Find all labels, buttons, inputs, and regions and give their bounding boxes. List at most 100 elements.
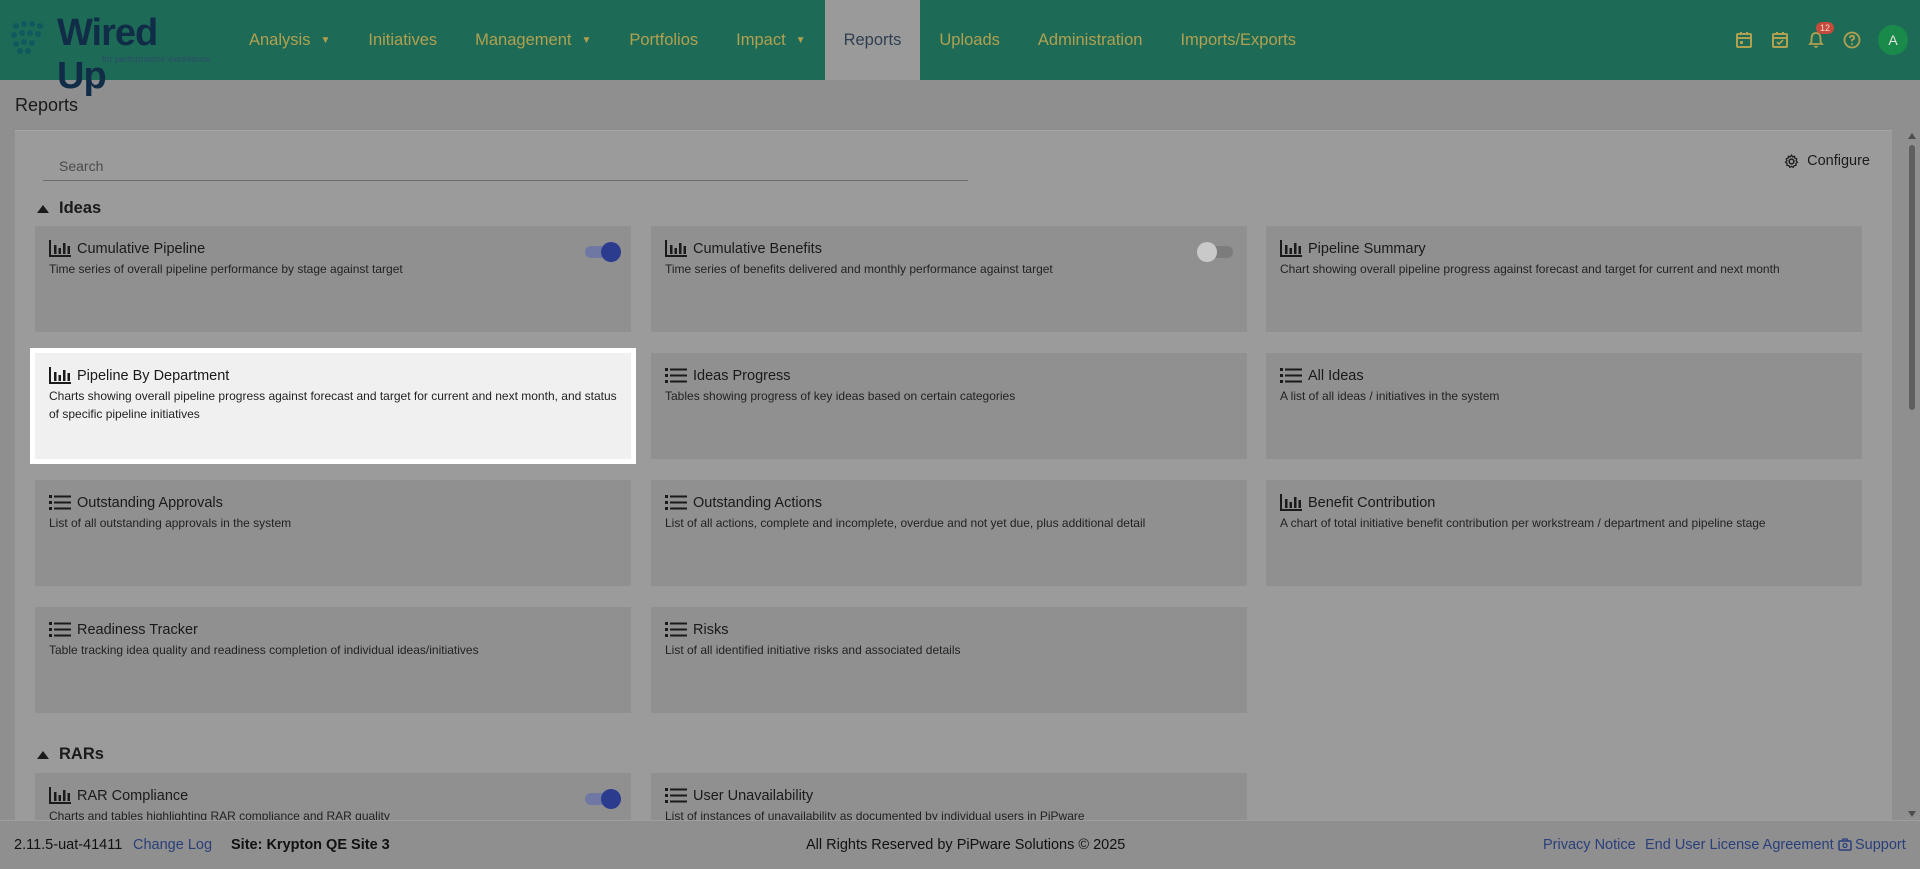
report-card-risks[interactable]: Risks List of all identified initiative … [651,607,1247,713]
report-card-outstanding-actions[interactable]: Outstanding Actions List of all actions,… [651,480,1247,586]
nav-imports-exports[interactable]: Imports/Exports [1161,0,1315,80]
nav-uploads[interactable]: Uploads [920,0,1019,80]
eula-link[interactable]: End User License Agreement [1645,837,1834,853]
collapse-triangle-icon [37,750,49,759]
card-title: Outstanding Actions [693,494,822,511]
list-icon [665,622,687,637]
support-label: Support [1855,837,1906,853]
logo-tagline: for performance excellence [102,54,211,64]
copyright-text: All Rights Reserved by PiPware Solutions… [806,837,1126,853]
card-description: List of instances of unavailability as d… [665,809,1085,820]
nav-reports[interactable]: Reports [824,0,921,80]
nav-label: Administration [1037,30,1143,49]
list-icon [49,495,71,510]
bar-chart-icon [49,787,71,804]
site-label: Site: Krypton QE Site 3 [231,837,390,853]
nav-label: Imports/Exports [1180,30,1296,49]
toggle-switch-off[interactable] [1197,242,1235,262]
list-icon [49,622,71,637]
nav-impact[interactable]: Impact ▼ [717,0,824,80]
report-card-all-ideas[interactable]: All Ideas A list of all ideas / initiati… [1266,353,1862,459]
page-scrollbar[interactable] [1904,130,1920,820]
support-icon [1838,838,1852,851]
page-title: Reports [15,95,79,115]
report-card-benefit-contribution[interactable]: Benefit Contribution A chart of total in… [1266,480,1862,586]
calendar-icon[interactable] [1726,22,1762,58]
scroll-up-arrow-icon[interactable] [1908,133,1916,139]
section-title: Ideas [59,199,102,217]
help-icon[interactable] [1834,22,1870,58]
nav-initiatives[interactable]: Initiatives [349,0,456,80]
logo-dots-icon [11,21,43,54]
collapse-triangle-icon [37,204,49,213]
change-log-link[interactable]: Change Log [133,837,212,853]
privacy-notice-link[interactable]: Privacy Notice [1543,837,1636,853]
nav-label: Initiatives [368,30,438,49]
card-title: Outstanding Approvals [77,494,223,511]
user-avatar[interactable]: A [1878,25,1908,55]
nav-management[interactable]: Management ▼ [456,0,610,80]
support-link[interactable]: Support [1838,837,1906,853]
report-card-user-unavailability[interactable]: User Unavailability List of instances of… [651,773,1247,820]
report-card-rar-compliance[interactable]: RAR Compliance Charts and tables highlig… [35,773,631,820]
bar-chart-icon [49,367,71,384]
wiredup-logo[interactable]: Wired Up for performance excellence [10,12,215,97]
nav-portfolios[interactable]: Portfolios [610,0,717,80]
configure-label: Configure [1807,153,1870,169]
list-icon [665,495,687,510]
card-title: All Ideas [1308,367,1364,384]
section-ideas-toggle[interactable]: Ideas [37,199,101,218]
card-title: Cumulative Pipeline [77,240,206,257]
main-nav: Analysis ▼ Initiatives Management ▼ Portfo… [230,0,1315,80]
card-title: Pipeline By Department [77,367,230,384]
card-description: List of all actions, complete and incomp… [665,516,1146,530]
card-title: Ideas Progress [693,367,791,384]
card-description: Time series of overall pipeline performa… [49,262,403,276]
card-description: A chart of total initiative benefit cont… [1280,516,1766,530]
report-card-ideas-progress[interactable]: Ideas Progress Tables showing progress o… [651,353,1247,459]
configure-button[interactable]: Configure [1784,153,1870,169]
top-nav-bar: Wired Up for performance excellence Anal… [0,0,1920,97]
report-card-outstanding-approvals[interactable]: Outstanding Approvals List of all outsta… [35,480,631,586]
toggle-knob [601,242,621,262]
scroll-down-arrow-icon[interactable] [1908,811,1916,817]
nav-label: Uploads [939,30,1000,49]
caret-down-icon: ▼ [320,34,331,46]
report-card-pipeline-by-department[interactable]: Pipeline By Department Charts showing ov… [30,348,636,464]
calendar-check-icon[interactable] [1762,22,1798,58]
card-description: List of all identified initiative risks … [665,643,961,657]
nav-label: Management [475,30,572,49]
card-title: Benefit Contribution [1308,494,1436,511]
bell-icon[interactable]: 12 [1798,22,1835,58]
card-description: List of all outstanding approvals in the… [49,516,292,530]
nav-label: Reports [843,30,902,49]
card-title: RAR Compliance [77,787,189,804]
toggle-switch-on[interactable] [583,242,621,262]
toggle-switch-on[interactable] [583,789,621,809]
search-input[interactable] [43,151,968,180]
toggle-knob [1197,242,1217,262]
caret-down-icon: ▼ [581,34,592,46]
report-card-pipeline-summary[interactable]: Pipeline Summary Chart showing overall p… [1266,226,1862,332]
report-card-cumulative-pipeline[interactable]: Cumulative Pipeline Time series of overa… [35,226,631,332]
list-icon [1280,368,1302,383]
version-label: 2.11.5-uat-41411 [14,837,123,853]
nav-analysis[interactable]: Analysis ▼ [230,0,349,80]
card-title: User Unavailability [693,787,814,804]
nav-label: Impact [736,30,786,49]
nav-administration[interactable]: Administration [1019,0,1162,80]
section-rars-toggle[interactable]: RARs [37,745,104,764]
bar-chart-icon [1280,494,1302,511]
bar-chart-icon [1280,240,1302,257]
report-card-readiness-tracker[interactable]: Readiness Tracker Table tracking idea qu… [35,607,631,713]
toggle-knob [601,789,621,809]
header-icon-group: 12 A [1726,0,1920,80]
bar-chart-icon [665,240,687,257]
report-card-cumulative-benefits[interactable]: Cumulative Benefits Time series of benef… [651,226,1247,332]
card-description: Charts and tables highlighting RAR compl… [49,809,390,820]
nav-label: Portfolios [629,30,699,49]
card-title: Risks [693,621,729,638]
gear-icon [1784,153,1799,168]
scrollbar-thumb[interactable] [1909,145,1915,410]
footer: 2.11.5-uat-41411 Change Log Site: Krypto… [0,820,1920,869]
